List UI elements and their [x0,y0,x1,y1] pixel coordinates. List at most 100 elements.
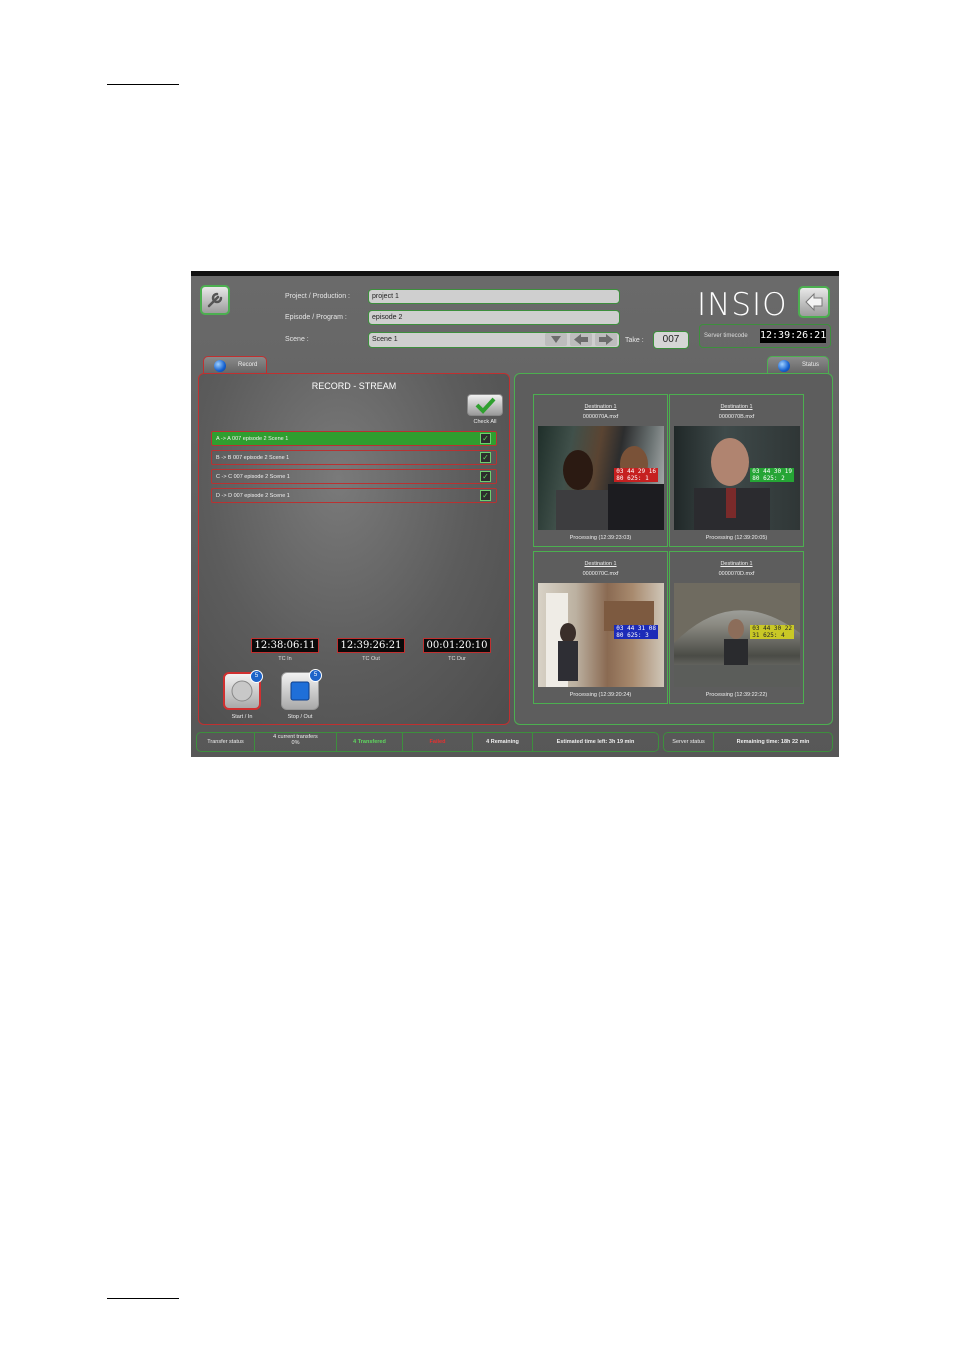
destination-title[interactable]: Destination 1 [670,404,803,410]
wrench-icon [207,292,223,308]
stream-checkbox[interactable]: ✓ [480,452,491,463]
overlay-line-1: 03 44 29 16 [616,468,656,475]
video-preview: 03 44 31 08 80 625: 3 [538,583,664,687]
server-timecode-value: 12:39:26:21 [760,329,827,343]
stream-row-c[interactable]: C -> C 007 episode 2 Scene 1 ✓ [211,469,497,484]
status-panel: Destination 1 0000070A.mxf 03 44 29 16 8… [514,373,833,725]
header-rule [107,84,179,85]
tc-dur-label: TC Dur [448,656,466,662]
footer-rule [107,1298,179,1299]
chevron-down-icon [551,336,561,343]
destination-card-c[interactable]: Destination 1 0000070C.mxf 03 44 31 08 8… [533,551,668,704]
overlay-line-2: 80 625: 2 [752,475,785,482]
remaining-count: 4 Remaining [473,733,533,751]
settings-button[interactable] [200,285,230,315]
tc-out-display: 12:39:26:21 [337,638,405,653]
scene-label: Scene : [285,336,309,343]
tc-in-label: TC In [278,656,292,662]
destination-title[interactable]: Destination 1 [534,404,667,410]
tab-status-label: Status [802,362,820,368]
video-preview: 03 44 30 22 31 625: 4 [674,583,800,687]
stop-badge: 5 [309,669,322,682]
check-icon [475,397,496,414]
tab-record-label: Record [238,362,258,368]
start-label: Start / In [231,714,253,720]
record-title: RECORD - STREAM [311,381,397,391]
stream-checkbox[interactable]: ✓ [480,471,491,482]
destination-title[interactable]: Destination 1 [534,561,667,567]
stream-label: A -> A 007 episode 2 Scene 1 [216,436,289,442]
failed-count: Failed [403,733,473,751]
stop-button[interactable]: 5 [281,669,322,710]
back-button[interactable] [798,286,830,318]
stream-label: B -> B 007 episode 2 Scene 1 [216,455,290,461]
overlay-line-2: 31 625: 4 [752,632,785,639]
insio-logo: INSIO [697,287,788,323]
start-badge: 5 [250,670,263,683]
tc-in-display: 12:38:06:11 [251,638,319,653]
destination-file: 0000070A.mxf [582,414,619,420]
server-status-bar: Server status Remaining time: 18h 22 min [663,732,833,752]
record-panel: RECORD - STREAM Check All A -> A 007 epi… [198,373,510,725]
tab-record[interactable]: Record [203,356,267,374]
stream-row-d[interactable]: D -> D 007 episode 2 Scene 1 ✓ [211,488,497,503]
destination-file: 0000070B.mxf [718,414,755,420]
take-label: Take : [625,337,644,344]
overlay-line-1: 03 44 30 22 [752,625,792,632]
server-timecode-label: Server timecode [704,333,748,339]
take-field[interactable]: 007 [653,331,689,349]
estimated-time: Estimated time left: 3h 19 min [556,739,635,745]
arrow-left-icon [805,292,823,312]
start-button[interactable]: 5 [223,670,263,710]
tc-dur-display: 00:01:20:10 [423,638,491,653]
overlay-line-1: 03 44 31 08 [616,625,656,632]
stream-checkbox[interactable]: ✓ [480,433,491,444]
episode-label: Episode / Program : [285,314,347,321]
destination-file: 0000070C.mxf [582,571,619,577]
destination-status: Processing (12:39:23:03) [569,535,632,541]
timecode-overlay: 03 44 30 22 31 625: 4 [750,625,794,639]
arrow-left-icon [574,334,588,345]
project-label: Project / Production : [285,293,350,300]
transferred-count: 4 Transfered [337,733,403,751]
scene-dropdown-button[interactable] [545,333,567,346]
stop-label: Stop / Out [287,714,313,720]
stream-checkbox[interactable]: ✓ [480,490,491,501]
current-transfers: 4 current transfers 0% [255,733,337,751]
check-all-button[interactable] [467,394,503,416]
destination-status: Processing (12:39:20:05) [705,535,768,541]
video-preview: 03 44 30 19 80 625: 2 [674,426,800,530]
stream-label: C -> C 007 episode 2 Scene 1 [216,474,290,480]
stream-row-b[interactable]: B -> B 007 episode 2 Scene 1 ✓ [211,450,497,465]
destination-file: 0000070D.mxf [718,571,755,577]
transfer-percent: 0% [291,740,300,746]
destination-card-d[interactable]: Destination 1 0000070D.mxf 03 44 30 22 3… [669,551,804,704]
arrow-right-icon [599,334,613,345]
timecode-overlay: 03 44 30 19 80 625: 2 [750,468,794,482]
remaining-time: Remaining time: 18h 22 min [736,739,810,745]
timecode-overlay: 03 44 31 08 80 625: 3 [614,625,658,639]
project-field[interactable]: project 1 [368,289,620,304]
stream-label: D -> D 007 episode 2 Scene 1 [216,493,290,499]
transfer-status-label: Transfer status [197,733,255,751]
record-tab-indicator [214,360,226,372]
destination-card-b[interactable]: Destination 1 0000070B.mxf 03 44 30 19 8… [669,394,804,547]
check-all-label: Check All [473,419,497,425]
tc-out-label: TC Out [362,656,380,662]
episode-field[interactable]: episode 2 [368,310,620,325]
video-preview: 03 44 29 16 80 625: 1 [538,426,664,530]
timecode-overlay: 03 44 29 16 80 625: 1 [614,468,658,482]
scene-prev-button[interactable] [570,333,592,346]
tab-status[interactable]: Status [767,356,829,374]
overlay-line-1: 03 44 30 19 [752,468,792,475]
overlay-line-2: 80 625: 3 [616,632,649,639]
destination-title[interactable]: Destination 1 [670,561,803,567]
destination-card-a[interactable]: Destination 1 0000070A.mxf 03 44 29 16 8… [533,394,668,547]
scene-next-button[interactable] [595,333,617,346]
destination-status: Processing (12:39:20:24) [569,692,632,698]
insio-window: Project / Production : project 1 Episode… [191,271,839,757]
scene-value: Scene 1 [372,336,398,343]
server-timecode-box: Server timecode 12:39:26:21 [699,324,831,348]
destination-status: Processing (12:39:22:22) [705,692,768,698]
stream-row-a[interactable]: A -> A 007 episode 2 Scene 1 ✓ [211,431,497,446]
